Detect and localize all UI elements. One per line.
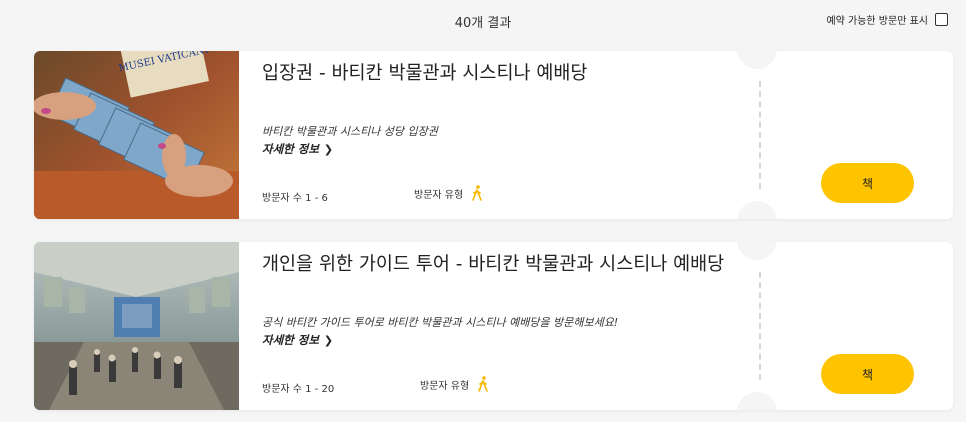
visitors-count: 방문자 수 1 - 20 <box>262 384 335 395</box>
tour-image[interactable] <box>34 242 239 410</box>
tour-subtitle: 바티칸 박물관과 시스티나 성당 입장권 <box>262 125 438 138</box>
tour-card: 개인을 위한 가이드 투어 - 바티칸 박물관과 시스티나 예배당 공식 바티칸… <box>34 242 953 410</box>
book-button[interactable]: 책 <box>821 354 914 394</box>
more-info-link[interactable]: 자세한 정보 ❯ <box>262 332 333 348</box>
more-info-label: 자세한 정보 <box>262 333 319 347</box>
ticket-notch <box>737 51 777 69</box>
tour-title[interactable]: 입장권 - 바티칸 박물관과 시스티나 예배당 <box>262 61 732 86</box>
ticket-notch <box>737 242 777 260</box>
ticket-notch <box>737 392 777 410</box>
tour-image[interactable]: MUSEI VATICANI <box>34 51 239 219</box>
visitor-type-label: 방문자 유형 <box>420 380 470 392</box>
walking-person-icon <box>478 376 488 392</box>
visitor-type: 방문자 유형 <box>414 185 483 201</box>
visitor-type-label: 방문자 유형 <box>414 189 464 201</box>
visitors-count: 방문자 수 1 - 6 <box>262 193 328 204</box>
sistine-chapel-photo <box>34 242 239 410</box>
ticket-perforation <box>759 272 761 380</box>
visitor-type: 방문자 유형 <box>420 376 489 392</box>
tour-title[interactable]: 개인을 위한 가이드 투어 - 바티칸 박물관과 시스티나 예배당 <box>262 252 732 277</box>
museum-tickets-photo: MUSEI VATICANI <box>34 51 239 219</box>
bookable-only-filter[interactable]: 예약 가능한 방문만 표시 <box>826 12 948 27</box>
results-header: 40개 결과 예약 가능한 방문만 표시 <box>0 0 966 44</box>
book-button[interactable]: 책 <box>821 163 914 203</box>
filter-checkbox[interactable] <box>935 13 948 26</box>
tour-subtitle: 공식 바티칸 가이드 투어로 바티칸 박물관과 시스티나 예배당을 방문해보세요… <box>262 316 619 329</box>
ticket-perforation <box>759 81 761 189</box>
tour-card: MUSEI VATICANI 입장권 - 바티칸 박물관과 시스티나 예배당 바… <box>34 51 953 219</box>
chevron-right-icon: ❯ <box>323 333 334 347</box>
ticket-notch <box>737 201 777 219</box>
more-info-link[interactable]: 자세한 정보 ❯ <box>262 141 333 157</box>
filter-label: 예약 가능한 방문만 표시 <box>826 16 928 27</box>
more-info-label: 자세한 정보 <box>262 142 319 156</box>
result-count: 40개 결과 <box>454 16 512 31</box>
chevron-right-icon: ❯ <box>323 142 334 156</box>
walking-person-icon <box>472 185 482 201</box>
